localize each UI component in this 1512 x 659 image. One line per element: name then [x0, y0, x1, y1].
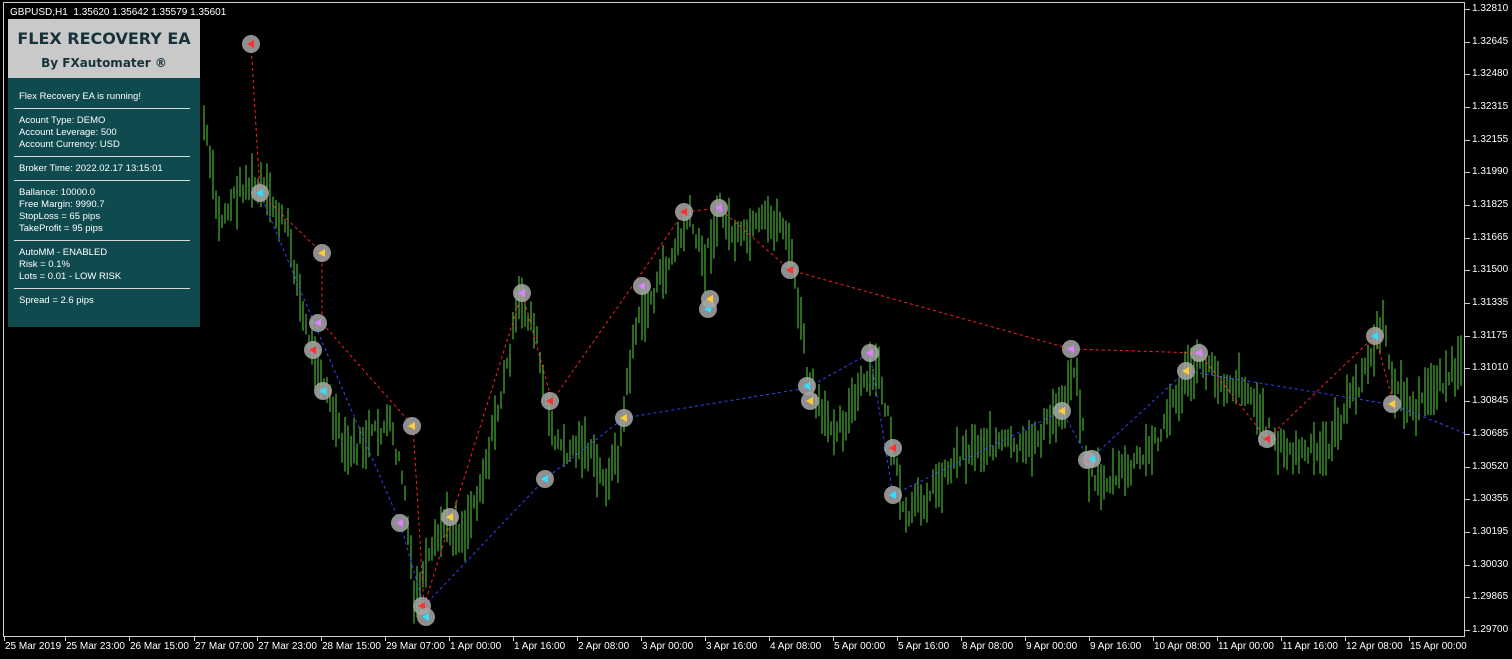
time-axis-label: 25 Mar 2019: [5, 641, 62, 652]
price-axis-label: 1.31825: [1472, 199, 1509, 210]
time-axis-label: 9 Apr 00:00: [1026, 641, 1078, 652]
price-axis-label: 1.31335: [1472, 297, 1509, 308]
time-axis-label: 4 Apr 08:00: [770, 641, 822, 652]
time-axis-label: 27 Mar 07:00: [195, 641, 254, 652]
take-profit: TakeProfit = 95 pips: [19, 223, 103, 234]
price-axis-label: 1.31990: [1472, 166, 1509, 177]
time-axis-label: 10 Apr 08:00: [1154, 641, 1211, 652]
time-axis-label: 5 Apr 00:00: [834, 641, 886, 652]
time-axis-label: 29 Mar 07:00: [386, 641, 445, 652]
ea-subtitle: By FXautomater ®: [41, 56, 167, 70]
divider: [14, 180, 190, 181]
time-axis-label: 28 Mar 15:00: [322, 641, 381, 652]
time-axis-label: 12 Apr 08:00: [1346, 641, 1403, 652]
price-axis-tick: [1465, 74, 1470, 75]
price-axis-label: 1.30685: [1472, 428, 1509, 439]
price-axis-label: 1.30355: [1472, 493, 1509, 504]
lots: Lots = 0.01 - LOW RISK: [19, 271, 122, 282]
symbol-header: GBPUSD,H1 1.35620 1.35642 1.35579 1.3560…: [10, 7, 227, 18]
price-axis-tick: [1465, 238, 1470, 239]
account-currency: Account Currency: USD: [19, 139, 120, 150]
price-axis-tick: [1465, 9, 1470, 10]
price-axis-tick: [1465, 630, 1470, 631]
account-leverage: Account Leverage: 500: [19, 127, 117, 138]
price-axis-tick: [1465, 434, 1470, 435]
price-axis-label: 1.31175: [1472, 330, 1508, 341]
divider: [14, 108, 190, 109]
price-axis-tick: [1465, 172, 1470, 173]
price-axis-tick: [1465, 140, 1470, 141]
time-axis-label: 11 Apr 00:00: [1218, 641, 1274, 652]
time-axis-label: 1 Apr 00:00: [450, 641, 502, 652]
ea-status: Flex Recovery EA is running!: [19, 91, 141, 102]
price-axis-tick: [1465, 499, 1470, 500]
price-axis-label: 1.29865: [1472, 591, 1509, 602]
price-axis-label: 1.31665: [1472, 232, 1509, 243]
stop-loss: StopLoss = 65 pips: [19, 211, 101, 222]
ea-info-panel: FLEX RECOVERY EA By FXautomater ® Flex R…: [8, 19, 200, 327]
price-axis-tick: [1465, 597, 1470, 598]
price-chart[interactable]: [4, 3, 1464, 636]
time-axis-label: 3 Apr 00:00: [642, 641, 694, 652]
price-axis-label: 1.32810: [1472, 3, 1509, 14]
price-axis-label: 1.32645: [1472, 36, 1509, 47]
time-axis-label: 8 Apr 08:00: [962, 641, 1014, 652]
ea-title: FLEX RECOVERY EA: [17, 29, 191, 48]
divider: [14, 288, 190, 289]
price-axis-tick: [1465, 42, 1470, 43]
price-axis-label: 1.30845: [1472, 395, 1509, 406]
time-axis-label: 1 Apr 16:00: [514, 641, 566, 652]
price-axis-label: 1.30030: [1472, 559, 1509, 570]
time-axis-label: 25 Mar 23:00: [66, 641, 125, 652]
broker-time: Broker Time: 2022.02.17 13:15:01: [19, 163, 163, 174]
price-axis-label: 1.31500: [1472, 264, 1509, 275]
chart-area[interactable]: GBPUSD,H1 1.35620 1.35642 1.35579 1.3560…: [3, 2, 1465, 637]
price-axis-tick: [1465, 303, 1470, 304]
time-axis-label: 3 Apr 16:00: [706, 641, 758, 652]
price-axis-tick: [1465, 401, 1470, 402]
account-type: Acount Type: DEMO: [19, 115, 106, 126]
time-axis-label: 27 Mar 23:00: [258, 641, 317, 652]
free-margin: Free Margin: 9990.7: [19, 199, 105, 210]
divider: [14, 156, 190, 157]
price-axis-label: 1.32155: [1472, 134, 1509, 145]
time-axis-label: 2 Apr 08:00: [578, 641, 630, 652]
price-axis-label: 1.30520: [1472, 461, 1509, 472]
order-line: [250, 43, 1395, 607]
time-axis-label: 5 Apr 16:00: [898, 641, 950, 652]
price-axis-label: 1.29700: [1472, 624, 1509, 635]
price-axis-label: 1.32315: [1472, 101, 1509, 112]
price-axis-tick: [1465, 205, 1470, 206]
spread: Spread = 2.6 pips: [19, 295, 94, 306]
price-axis-tick: [1465, 270, 1470, 271]
automm-status: AutoMM - ENABLED: [19, 247, 108, 258]
time-axis-label: 11 Apr 16:00: [1282, 641, 1338, 652]
price-axis-tick: [1465, 368, 1470, 369]
time-axis-label: 15 Apr 00:00: [1410, 641, 1467, 652]
price-axis-label: 1.30195: [1472, 526, 1509, 537]
price-axis-label: 1.31010: [1472, 362, 1509, 373]
price-axis-tick: [1465, 336, 1470, 337]
divider: [14, 240, 190, 241]
balance: Ballance: 10000.0: [19, 187, 96, 198]
price-axis-label: 1.32480: [1472, 68, 1509, 79]
price-axis-tick: [1465, 467, 1470, 468]
price-axis-tick: [1465, 107, 1470, 108]
time-axis-label: 26 Mar 15:00: [130, 641, 189, 652]
time-axis-label: 9 Apr 16:00: [1090, 641, 1142, 652]
price-bars: [203, 105, 1462, 624]
ea-panel-header: FLEX RECOVERY EA By FXautomater ®: [8, 19, 200, 78]
price-axis-tick: [1465, 565, 1470, 566]
risk: Risk = 0.1%: [19, 259, 70, 270]
price-axis-tick: [1465, 532, 1470, 533]
